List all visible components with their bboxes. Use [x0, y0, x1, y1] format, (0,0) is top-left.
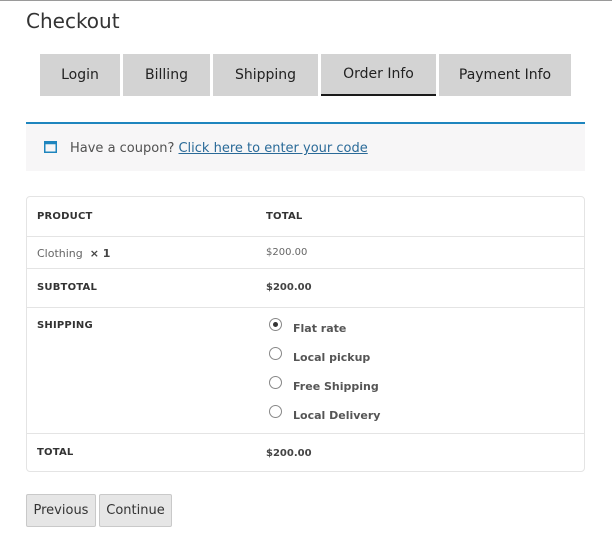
coupon-message: Have a coupon? Click here to enter your …	[70, 141, 368, 156]
shipping-row: SHIPPING Flat rate Local pickup Free Shi…	[27, 307, 584, 434]
tab-login[interactable]: Login	[40, 54, 120, 96]
product-total: $200.00	[266, 247, 308, 258]
total-value: $200.00	[266, 448, 312, 459]
product-quantity: × 1	[89, 247, 111, 260]
previous-button[interactable]: Previous	[26, 494, 96, 527]
header-product: PRODUCT	[37, 211, 93, 222]
shipping-option-label: Local pickup	[293, 351, 371, 364]
top-divider	[0, 0, 612, 1]
tab-order-info[interactable]: Order Info	[321, 54, 436, 96]
table-header-row: PRODUCT TOTAL	[27, 197, 584, 236]
total-row: TOTAL $200.00	[27, 433, 584, 472]
window-icon	[44, 141, 57, 153]
subtotal-row: SUBTOTAL $200.00	[27, 268, 584, 308]
subtotal-label: SUBTOTAL	[37, 282, 98, 293]
radio-flat-rate[interactable]	[269, 318, 282, 331]
page-title: Checkout	[26, 9, 120, 33]
header-total: TOTAL	[266, 211, 303, 222]
subtotal-value: $200.00	[266, 282, 312, 293]
radio-local-pickup[interactable]	[269, 347, 282, 360]
radio-free-shipping[interactable]	[269, 376, 282, 389]
product-name: Clothing	[37, 247, 83, 260]
radio-local-delivery[interactable]	[269, 405, 282, 418]
tab-shipping[interactable]: Shipping	[213, 54, 318, 96]
tab-payment-info[interactable]: Payment Info	[439, 54, 571, 96]
continue-button[interactable]: Continue	[99, 494, 172, 527]
table-row: Clothing × 1 $200.00	[27, 236, 584, 269]
shipping-option-label: Free Shipping	[293, 380, 379, 393]
total-label: TOTAL	[37, 447, 74, 458]
product-cell: Clothing × 1	[37, 247, 110, 260]
tab-billing[interactable]: Billing	[123, 54, 210, 96]
shipping-option-label: Local Delivery	[293, 409, 381, 422]
coupon-notice: Have a coupon? Click here to enter your …	[26, 122, 585, 171]
order-review-table: PRODUCT TOTAL Clothing × 1 $200.00 SUBTO…	[26, 196, 585, 472]
shipping-option-label: Flat rate	[293, 322, 347, 335]
shipping-label: SHIPPING	[37, 320, 93, 331]
coupon-prompt: Have a coupon?	[70, 141, 179, 156]
coupon-link[interactable]: Click here to enter your code	[178, 141, 367, 156]
